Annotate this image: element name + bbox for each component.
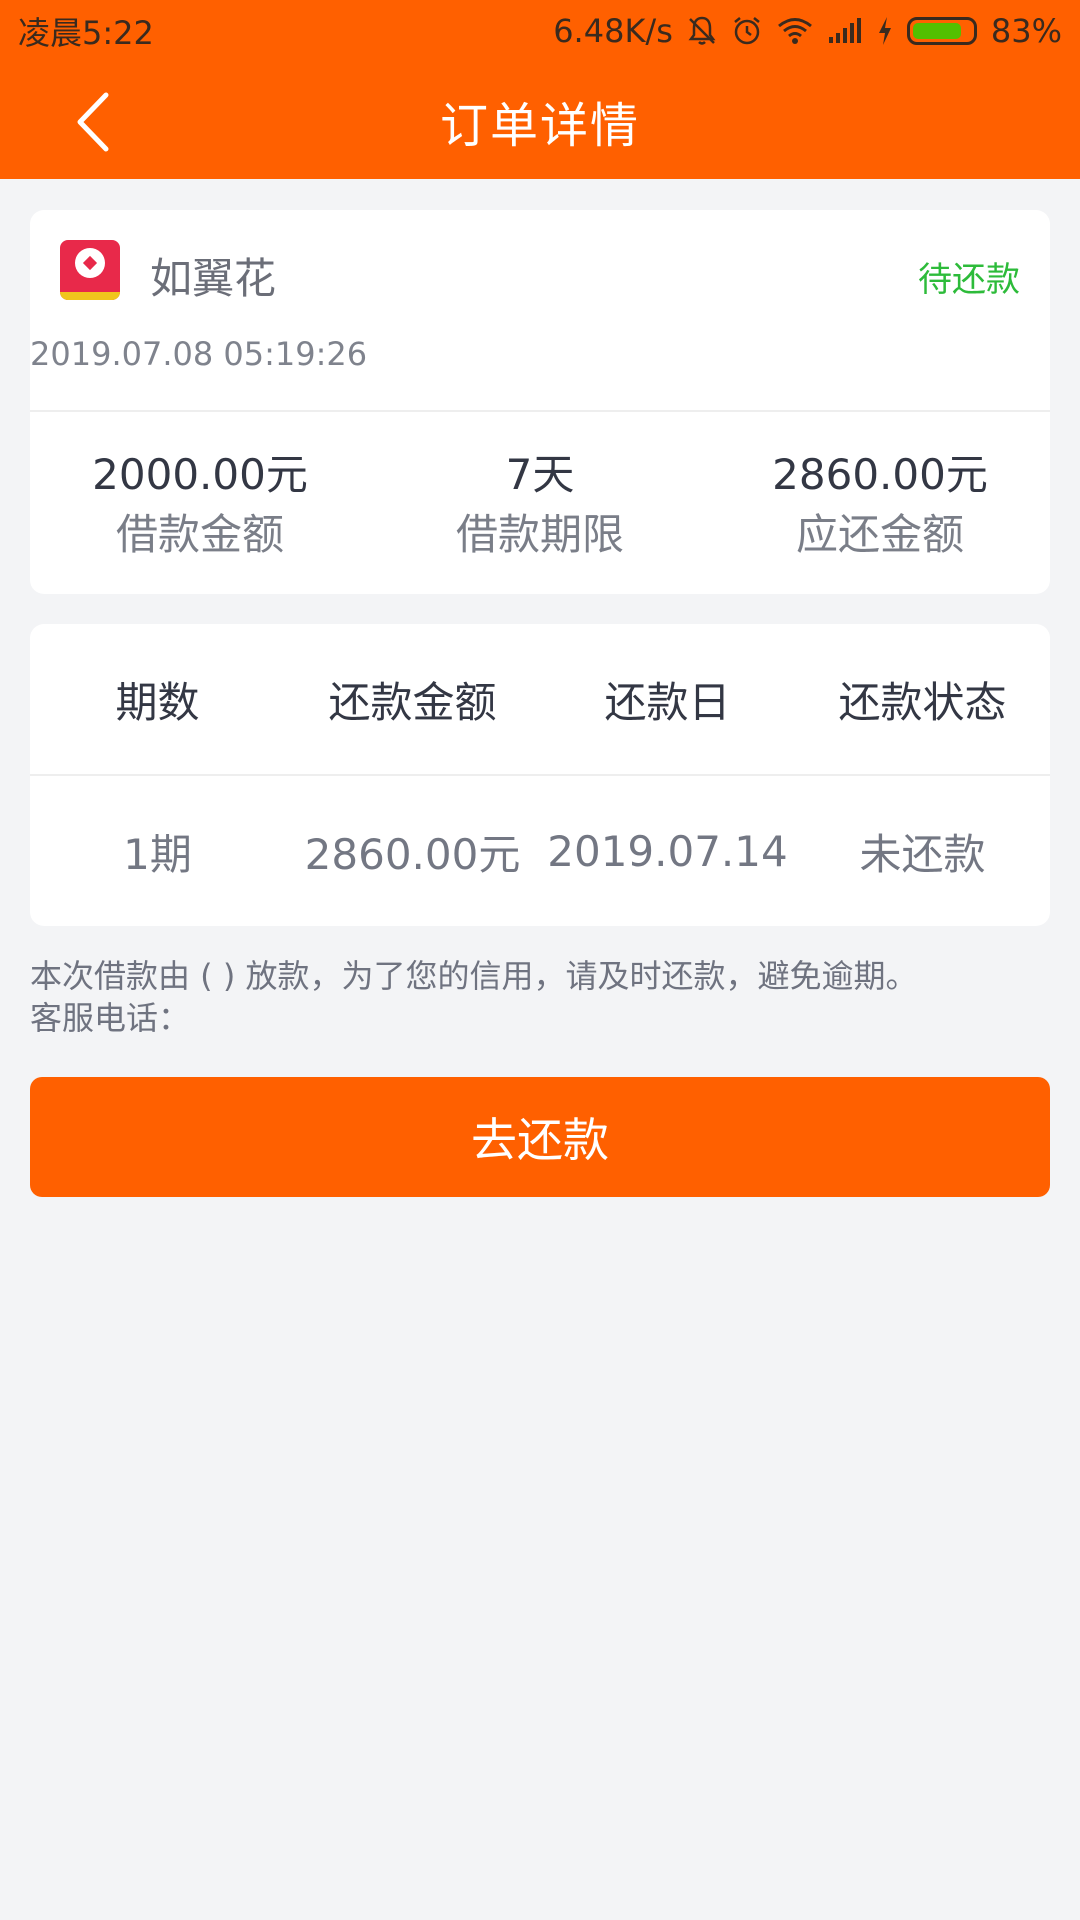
divider <box>30 410 1050 412</box>
loan-notice: 本次借款由 ( ) 放款，为了您的信用，请及时还款，避免逾期。 客服电话： <box>30 955 1050 1039</box>
status-bar: 凌晨5:22 6.48K/s 83% <box>0 0 1080 62</box>
summary-loan-term: 7天 借款期限 <box>370 445 710 565</box>
status-indicators: 6.48K/s 83% <box>553 12 1062 50</box>
merchant-name: 如翼花 <box>150 254 277 303</box>
table-header-cell: 还款状态 <box>838 677 1007 727</box>
repayment-table: 期数 还款金额 还款日 还款状态 1期 2860.00元 2019.07.14 … <box>30 624 1050 926</box>
table-header-cell: 还款日 <box>604 677 731 727</box>
battery-fill <box>912 23 961 39</box>
order-card: 如翼花 待还款 2019.07.08 05:19:26 2000.00元 借款金… <box>30 210 1050 594</box>
mute-bell-icon <box>687 15 717 47</box>
status-time: 凌晨5:22 <box>18 14 154 52</box>
summary-label: 借款期限 <box>455 510 624 559</box>
battery-icon <box>906 17 977 45</box>
repay-button[interactable]: 去还款 <box>30 1077 1050 1197</box>
table-cell: 未还款 <box>859 829 986 879</box>
summary-value: 2860.00元 <box>772 450 988 499</box>
alarm-icon <box>731 15 763 47</box>
summary-repay-amount: 2860.00元 应还金额 <box>710 445 1050 565</box>
table-cell: 1期 <box>123 829 192 879</box>
app-header: 订单详情 <box>0 62 1080 179</box>
signal-icon <box>827 17 863 45</box>
page-title: 订单详情 <box>439 97 640 154</box>
wifi-icon <box>777 17 813 45</box>
summary-value: 2000.00元 <box>92 450 308 499</box>
summary-loan-amount: 2000.00元 借款金额 <box>30 445 370 565</box>
customer-service-phone: 客服电话： <box>30 999 191 1037</box>
status-badge: 待还款 <box>918 260 1020 300</box>
table-row: 1期 2860.00元 2019.07.14 未还款 <box>30 776 1050 926</box>
summary-label: 应还金额 <box>795 510 964 559</box>
network-speed: 6.48K/s <box>553 12 673 50</box>
merchant-logo <box>60 240 120 300</box>
summary-label: 借款金额 <box>115 510 284 559</box>
table-header-cell: 还款金额 <box>328 677 497 727</box>
charging-icon <box>877 16 893 46</box>
table-cell: 2860.00元 <box>304 829 521 879</box>
order-time: 2019.07.08 05:19:26 <box>30 335 368 373</box>
loan-summary: 2000.00元 借款金额 7天 借款期限 2860.00元 应还金额 <box>30 445 1050 565</box>
table-header-cell: 期数 <box>115 677 200 727</box>
summary-value: 7天 <box>505 450 575 499</box>
notice-line: 本次借款由 ( ) 放款，为了您的信用，请及时还款，避免逾期。 <box>30 957 918 995</box>
table-cell: 2019.07.14 <box>547 826 788 876</box>
battery-percent: 83% <box>990 12 1062 50</box>
table-header-row: 期数 还款金额 还款日 还款状态 <box>30 624 1050 774</box>
